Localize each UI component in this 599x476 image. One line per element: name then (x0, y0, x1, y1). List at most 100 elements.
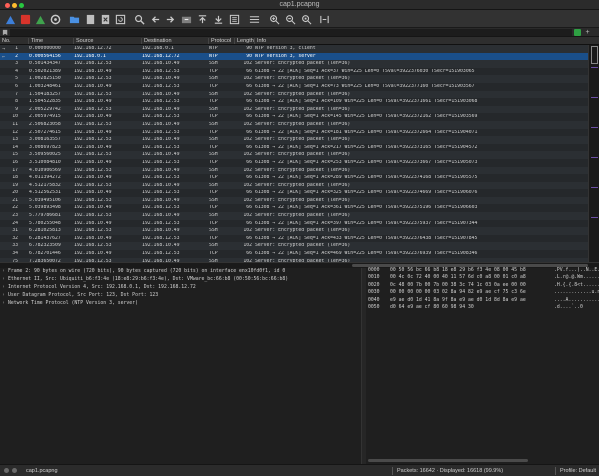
column-header-time[interactable]: Time (28, 38, 73, 44)
cell-len: 66 (246, 159, 252, 165)
hex-off: 0030 (368, 290, 380, 296)
cell-len: 66 (246, 220, 252, 226)
packet-row[interactable]: 13 3.008163557 192.168.12.53 192.168.10.49 S… (0, 136, 588, 144)
cell-time: 5.779786681 (29, 213, 61, 219)
detail-text: Ethernet II, Src: Ubiquiti_b6:f3:4e (18:… (8, 277, 289, 282)
file-icon[interactable] (84, 13, 96, 25)
packet-row[interactable]: 19 4.512175832 192.168.12.53 192.168.10.49 S… (0, 181, 588, 190)
expert-info-icon[interactable] (4, 468, 9, 473)
shark-fin-icon[interactable] (4, 13, 16, 25)
stop-icon[interactable] (19, 13, 31, 25)
bookmark-filter-icon[interactable] (2, 29, 9, 36)
packet-row[interactable]: 2 0.000564156 192.168.0.1 192.168.12.72 NTP 9… (0, 52, 588, 61)
packet-row[interactable]: 8 1.504522835 192.168.10.49 192.168.12.53 TC… (0, 98, 588, 106)
detail-tree-item[interactable]: › Internet Protocol Version 4, Src: 192.1… (0, 284, 361, 292)
packet-row[interactable]: 17 4.010906569 192.168.12.53 192.168.10.49 S… (0, 166, 588, 175)
status-bar: cap1.pcapng Packets: 16642 · Displayed: … (0, 464, 599, 476)
bytes-hscrollbar[interactable] (366, 458, 586, 463)
minimap-thumb[interactable] (591, 46, 598, 64)
packet-row[interactable]: 31 6.281025813 192.168.12.53 192.168.10.49 S… (0, 227, 588, 235)
title-bar: cap1.pcapng (0, 0, 599, 10)
find-icon[interactable] (133, 13, 145, 25)
detail-tree-item[interactable]: › Network Time Protocol (NTP Version 3, s… (0, 300, 361, 308)
packet-row[interactable]: 14 3.008697823 192.168.10.49 192.168.12.53 T… (0, 143, 588, 152)
cell-src: 192.168.10.49 (74, 190, 112, 196)
detail-tree-item[interactable]: › User Datagram Protocol, Src Port: 123, … (0, 292, 361, 300)
detail-tree-item[interactable]: › Frame 2: 90 bytes on wire (720 bits), 9… (0, 268, 361, 276)
packet-row[interactable]: 21 5.039495106 192.168.12.53 192.168.10.49 S… (0, 196, 588, 205)
packet-row[interactable]: 23 5.779786681 192.168.12.53 192.168.10.49 S… (0, 212, 588, 220)
hex-row[interactable]: 0010 00 4c 0c 72 40 00 40 11 57 6d c0 a8 … (366, 275, 599, 282)
add-filter-button[interactable]: + (584, 29, 591, 36)
packet-row[interactable]: 22 5.039893498 192.168.10.49 192.168.12.53 T… (0, 204, 588, 213)
cell-info: 61308 → 22 [ACK] Seq=1 Ack=37 Win=225 Le… (255, 68, 475, 74)
column-header-no[interactable]: No. (0, 38, 28, 44)
normal-size-icon[interactable] (300, 13, 312, 25)
capture-comment-icon[interactable] (12, 468, 17, 473)
packet-row[interactable]: 1 0.000000000 192.168.12.72 192.168.0.1 NTP 9… (0, 45, 588, 53)
column-header-protocol[interactable]: Protocol (208, 38, 234, 44)
restart-icon[interactable] (34, 13, 46, 25)
bytes-hscroll-thumb[interactable] (368, 459, 528, 462)
options-gear-icon[interactable] (49, 13, 61, 25)
zoom-in-icon[interactable] (268, 13, 280, 25)
forward-arrow-icon[interactable] (164, 13, 176, 25)
back-arrow-icon[interactable] (149, 13, 161, 25)
packet-minimap[interactable] (588, 45, 599, 262)
packet-row[interactable]: 33 6.782323509 192.168.12.53 192.168.10.49 S… (0, 242, 588, 251)
cell-proto: SSH (209, 106, 218, 112)
column-header-source[interactable]: Source (73, 38, 141, 44)
packet-row[interactable]: 7 1.504183257 192.168.12.53 192.168.10.49 SS… (0, 90, 588, 99)
zoom-out-icon[interactable] (284, 13, 296, 25)
packet-row[interactable]: 24 5.780255048 192.168.10.49 192.168.12.53 T… (0, 219, 588, 228)
cell-src: 192.168.12.53 (74, 152, 112, 158)
packet-list: No. Time Source Destination Protocol Len… (0, 37, 599, 262)
packet-row[interactable]: 16 3.510084810 192.168.10.49 192.168.12.53 T… (0, 158, 588, 167)
cell-len: 102 (243, 91, 252, 97)
packet-row[interactable]: 4 0.502021389 192.168.10.49 192.168.12.53 TC… (0, 67, 588, 76)
column-header-info[interactable]: Info (254, 38, 588, 44)
packet-row[interactable]: 10 2.005974915 192.168.10.49 192.168.12.53 T… (0, 113, 588, 121)
cell-info: Server: Encrypted packet (len=36) (255, 243, 351, 249)
resize-columns-icon[interactable] (318, 13, 330, 25)
hex-row[interactable]: 0040 e9 ae d0 1d 41 8a 9f 8a e9 ae d0 1d … (366, 298, 599, 305)
folder-icon[interactable] (68, 13, 80, 25)
hex-row[interactable]: 0030 00 00 00 00 00 03 02 8a 94 82 e9 ae … (366, 290, 599, 297)
packet-row[interactable]: 3 0.501434347 192.168.12.53 192.168.10.49 SS… (0, 60, 588, 68)
hex-asc: .d....`..0 (554, 304, 583, 310)
packet-row[interactable]: 34 6.782701446 192.168.10.49 192.168.12.53 T… (0, 250, 588, 258)
detail-tree-item[interactable]: › Ethernet II, Src: Ubiquiti_b6:f3:4e (18… (0, 276, 361, 284)
goto-icon[interactable] (180, 13, 192, 25)
first-packet-icon[interactable] (196, 13, 208, 25)
packet-row[interactable]: 9 2.005229742 192.168.12.53 192.168.10.49 SS… (0, 105, 588, 114)
packet-row[interactable]: 20 4.512562531 192.168.10.49 192.168.12.53 T… (0, 189, 588, 197)
cell-time: 6.782323509 (29, 243, 61, 249)
cell-no: 22 (12, 205, 18, 211)
cell-proto: TCP (209, 83, 218, 89)
last-packet-icon[interactable] (212, 13, 224, 25)
autoscroll-icon[interactable] (228, 13, 240, 25)
cell-len: 66 (246, 235, 252, 241)
packet-row[interactable]: 5 1.002825150 192.168.12.53 192.168.10.49 SS… (0, 75, 588, 83)
status-profile[interactable]: Profile: Default (560, 468, 596, 474)
packet-row[interactable]: 18 4.011394272 192.168.10.49 192.168.12.53 T… (0, 174, 588, 182)
column-header-length[interactable]: Length (234, 38, 254, 44)
hscroll-thumb[interactable] (352, 264, 588, 267)
column-header-destination[interactable]: Destination (141, 38, 208, 44)
packet-row[interactable]: 15 3.509560025 192.168.12.53 192.168.10.49 S… (0, 151, 588, 159)
packet-row[interactable]: 32 6.281437627 192.168.10.49 192.168.12.53 T… (0, 234, 588, 243)
cell-len: 66 (246, 129, 252, 135)
hex-hex: 00 00 00 00 00 03 02 8a 94 82 e9 ae cf 7… (390, 290, 526, 296)
display-filter-input[interactable] (10, 29, 572, 36)
hex-row[interactable]: 0050 d0 64 e9 ae cf 80 60 98 94 30 .d....`… (366, 305, 599, 312)
packet-row[interactable]: 11 2.506823058 192.168.12.53 192.168.10.49 S… (0, 120, 588, 129)
hex-off: 0020 (368, 282, 380, 288)
reload-icon[interactable] (114, 13, 126, 25)
apply-filter-button[interactable] (574, 29, 581, 36)
cell-time: 5.039495106 (29, 197, 61, 203)
packet-row[interactable]: 12 2.507274615 192.168.10.49 192.168.12.53 T… (0, 128, 588, 137)
colorize-icon[interactable] (248, 13, 260, 25)
cell-src: 192.168.10.49 (74, 83, 112, 89)
close-file-icon[interactable] (99, 13, 111, 25)
packet-row[interactable]: 6 1.003248461 192.168.10.49 192.168.12.53 TC… (0, 82, 588, 91)
